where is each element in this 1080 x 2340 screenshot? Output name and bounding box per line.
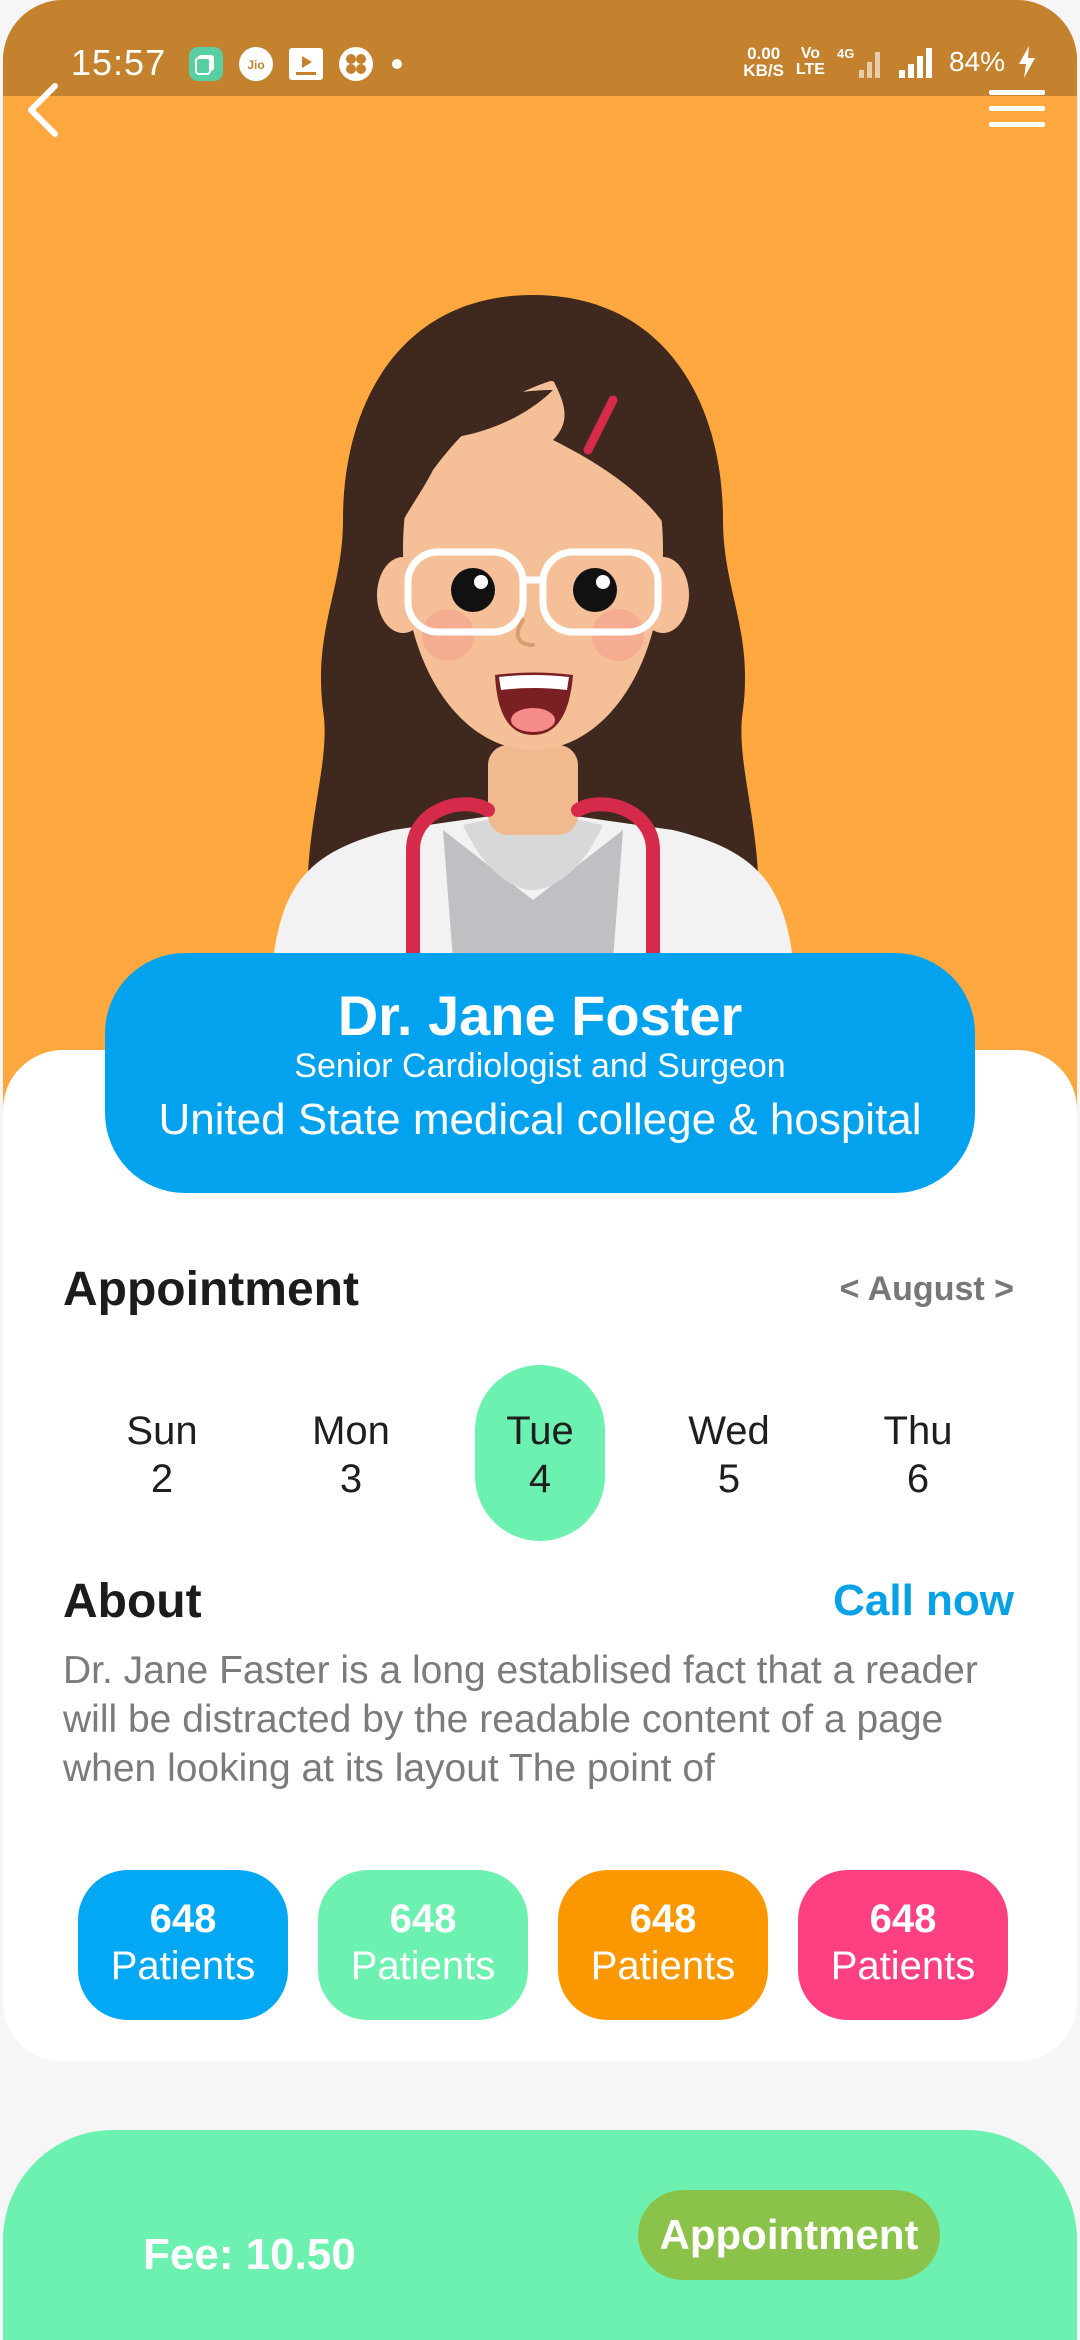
svg-text:Jio: Jio <box>247 58 264 72</box>
stat-patients-2: 648 Patients <box>318 1870 528 2020</box>
back-button[interactable] <box>19 80 69 140</box>
menu-button[interactable] <box>989 90 1045 132</box>
call-now-link[interactable]: Call now <box>833 1576 1014 1626</box>
app-notification-icon <box>189 47 223 81</box>
status-indicators: 0.00 KB/S Vo LTE 4G 84% <box>743 44 1037 80</box>
stat-patients-1: 648 Patients <box>78 1870 288 2020</box>
signal-strength-icon <box>898 48 932 78</box>
doctor-name: Dr. Jane Foster <box>337 984 743 1047</box>
hamburger-menu-icon <box>989 90 1045 95</box>
about-heading: About <box>63 1575 202 1628</box>
doctor-profile-pill: Dr. Jane Foster Senior Cardiologist and … <box>105 953 975 1193</box>
doctor-profile-screen: 15:57 Jio 0.00 KB/S Vo LTE 4G 84% Dr. Ja… <box>0 0 1080 2340</box>
network-speed: 0.00 KB/S <box>743 44 784 80</box>
status-bar: 15:57 Jio 0.00 KB/S Vo LTE 4G 84% <box>3 0 1077 96</box>
jio-icon: Jio <box>239 47 273 81</box>
about-text: Dr. Jane Faster is a long establised fac… <box>63 1649 978 1790</box>
volte-indicator: Vo LTE <box>795 45 825 78</box>
doctor-title: Senior Cardiologist and Surgeon <box>294 1047 786 1085</box>
stat-patients-4: 648 Patients <box>798 1870 1008 2020</box>
signal-4g-icon: 4G <box>837 46 880 78</box>
stat-patients-3: 648 Patients <box>558 1870 768 2020</box>
chevron-left-icon <box>28 83 58 137</box>
booking-bar: Fee: 10.50 Appointment <box>3 2130 1077 2340</box>
book-appointment-button[interactable]: Appointment <box>638 2190 940 2280</box>
status-time: 15:57 <box>71 42 167 83</box>
notification-icons: Jio <box>188 46 402 82</box>
doctor-avatar-illustration <box>273 295 793 960</box>
day-thu[interactable]: Thu 6 <box>853 1365 983 1541</box>
doctor-college: United State medical college & hospital <box>158 1095 922 1144</box>
battery-percent: 84% <box>948 46 1005 77</box>
day-sun[interactable]: Sun 2 <box>97 1365 227 1541</box>
day-tue[interactable]: Tue 4 <box>475 1365 605 1541</box>
month-selector[interactable]: < August > <box>840 1270 1014 1309</box>
fee-label: Fee: 10.50 <box>143 2230 356 2279</box>
media-player-icon <box>289 48 323 80</box>
more-notifications-dot <box>392 59 402 69</box>
fan-icon <box>339 47 373 81</box>
day-mon[interactable]: Mon 3 <box>286 1365 416 1541</box>
charging-icon <box>1019 46 1035 78</box>
svg-text:4G: 4G <box>837 46 854 61</box>
day-wed[interactable]: Wed 5 <box>664 1365 794 1541</box>
hero-banner: 15:57 Jio 0.00 KB/S Vo LTE 4G 84% <box>3 0 1077 1110</box>
appointment-heading: Appointment <box>63 1263 359 1316</box>
